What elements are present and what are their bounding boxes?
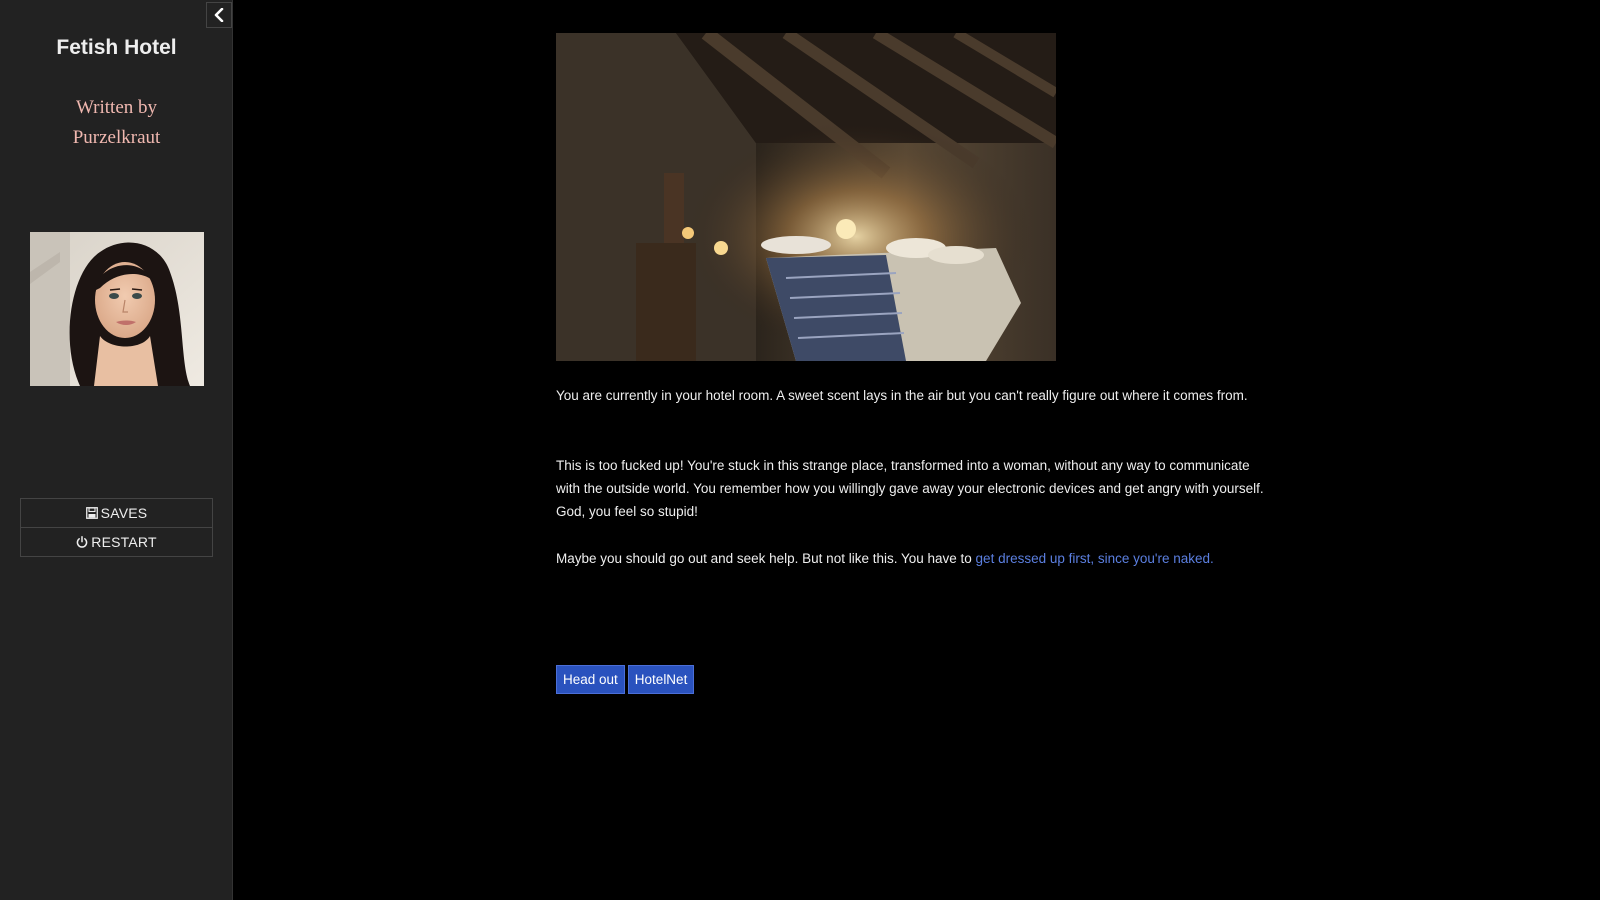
sidebar-menu: SAVES RESTART	[20, 498, 213, 557]
saves-label: SAVES	[100, 505, 148, 521]
chevron-left-icon	[214, 8, 224, 22]
scene-image	[556, 33, 1276, 361]
sidebar: Fetish Hotel Written by Purzelkraut SAVE…	[0, 0, 233, 900]
choice-buttons: Head out HotelNet	[556, 665, 695, 694]
story-title: Fetish Hotel	[56, 36, 177, 59]
passage-paragraph-1: You are currently in your hotel room. A …	[556, 388, 1248, 403]
save-icon	[85, 507, 98, 519]
passage: You are currently in your hotel room. A …	[556, 33, 1276, 694]
passage-paragraph-3: Maybe you should go out and seek help. B…	[556, 547, 1276, 570]
hotelnet-button[interactable]: HotelNet	[627, 665, 695, 694]
head-out-button[interactable]: Head out	[556, 665, 625, 694]
power-icon	[76, 536, 88, 548]
passage-paragraph-2: This is too fucked up! You're stuck in t…	[556, 458, 1264, 519]
sidebar-toggle-button[interactable]	[206, 2, 232, 28]
get-dressed-link[interactable]: get dressed up first, since you're naked…	[976, 551, 1214, 566]
restart-label: RESTART	[91, 534, 157, 550]
character-portrait	[30, 232, 204, 386]
story-author: Written by Purzelkraut	[0, 93, 233, 153]
saves-button[interactable]: SAVES	[21, 499, 212, 527]
author-name: Purzelkraut	[72, 127, 161, 148]
author-line-written-by: Written by	[75, 97, 158, 118]
restart-button[interactable]: RESTART	[21, 527, 212, 556]
passage-paragraph-3-text: Maybe you should go out and seek help. B…	[556, 551, 976, 566]
